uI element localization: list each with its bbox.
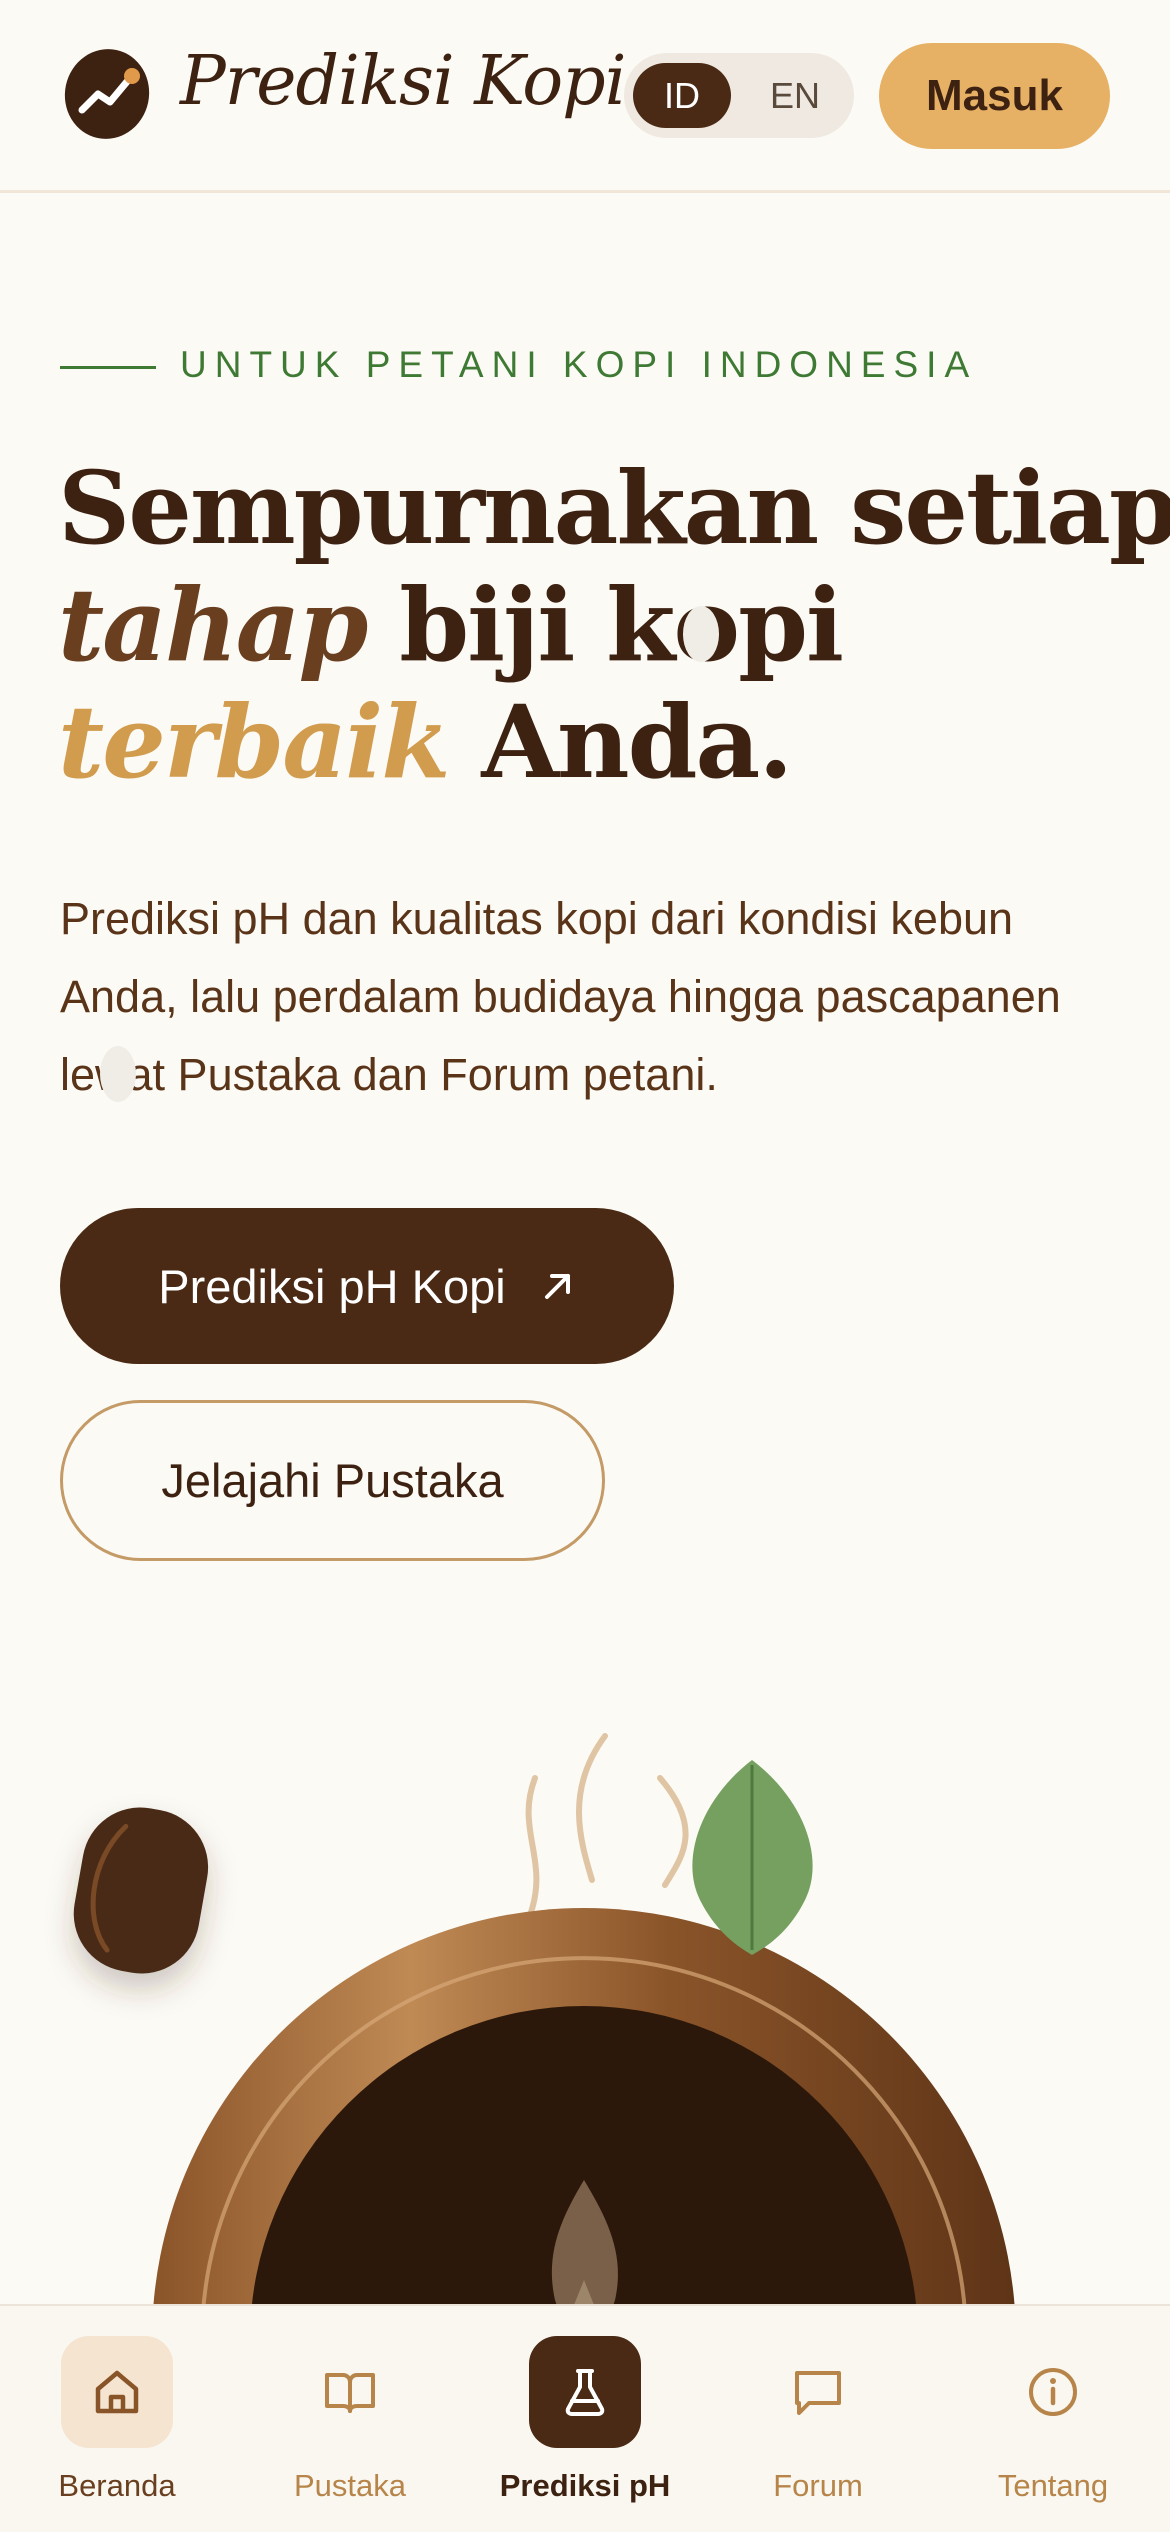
book-icon	[325, 2373, 375, 2413]
login-button[interactable]: Masuk	[879, 43, 1110, 149]
steam-icon	[525, 1733, 689, 1918]
nav-icon-container	[997, 2336, 1109, 2448]
headline-line-2-rest: biji kopi	[366, 566, 844, 684]
headline-script-word: terbaik	[58, 683, 450, 801]
bottom-navigation: Beranda Pustaka Prediksi pH Forum Tentan…	[0, 2304, 1170, 2532]
floating-bubble	[683, 606, 719, 662]
home-icon	[95, 2370, 139, 2414]
nav-icon-container	[529, 2336, 641, 2448]
nav-icon-container	[294, 2336, 406, 2448]
predict-ph-button[interactable]: Prediksi pH Kopi	[60, 1208, 674, 1364]
info-icon	[1029, 2368, 1077, 2416]
headline-line-3-rest: Anda.	[448, 683, 793, 801]
brand-name[interactable]: Prediksi Kopi	[180, 42, 626, 121]
hero-headline: Sempurnakan setiap tahap biji kopi terba…	[58, 450, 1170, 801]
hero-kicker: UNTUK PETANI KOPI INDONESIA	[180, 344, 978, 385]
nav-label-prediksi-ph: Prediksi pH	[499, 2468, 671, 2503]
nav-item-prediksi-ph[interactable]: Prediksi pH	[490, 2336, 680, 2516]
logo-icon[interactable]	[64, 48, 150, 140]
explore-library-button[interactable]: Jelajahi Pustaka	[60, 1400, 605, 1561]
coffee-cup-icon	[152, 1908, 1016, 2341]
headline-line-1: Sempurnakan setiap	[58, 449, 1170, 567]
kicker-divider	[60, 366, 156, 369]
explore-library-button-label: Jelajahi Pustaka	[161, 1454, 504, 1507]
language-toggle[interactable]: ID EN	[624, 53, 854, 138]
headline-line-3: terbaik Anda.	[58, 684, 1170, 801]
nav-item-beranda[interactable]: Beranda	[22, 2336, 212, 2516]
hero-description: Prediksi pH dan kualitas kopi dari kondi…	[60, 893, 1061, 1100]
app-header: Prediksi Kopi ID EN Masuk	[0, 0, 1170, 193]
chat-icon	[795, 2371, 841, 2415]
arrow-up-right-icon	[544, 1274, 570, 1299]
nav-label-tentang: Tentang	[997, 2468, 1109, 2503]
flask-icon	[565, 2369, 605, 2416]
lang-option-id[interactable]: ID	[633, 63, 731, 128]
nav-item-tentang[interactable]: Tentang	[958, 2336, 1148, 2516]
headline-line-2: tahap biji kopi	[58, 567, 1170, 684]
nav-label-pustaka: Pustaka	[293, 2468, 406, 2503]
coffee-cup-illustration	[0, 1700, 1170, 2341]
nav-label-beranda: Beranda	[58, 2468, 176, 2503]
nav-label-forum: Forum	[773, 2468, 863, 2503]
nav-item-forum[interactable]: Forum	[723, 2336, 913, 2516]
floating-bubble	[100, 1046, 136, 1102]
nav-icon-container	[61, 2336, 173, 2448]
leaf-icon	[692, 1760, 813, 1955]
nav-item-pustaka[interactable]: Pustaka	[255, 2336, 445, 2516]
nav-icon-container	[762, 2336, 874, 2448]
coffee-bean-icon	[73, 1807, 209, 1974]
lang-option-en[interactable]: EN	[746, 63, 844, 128]
headline-italic-word: tahap	[58, 566, 368, 684]
predict-ph-button-label: Prediksi pH Kopi	[158, 1259, 506, 1313]
